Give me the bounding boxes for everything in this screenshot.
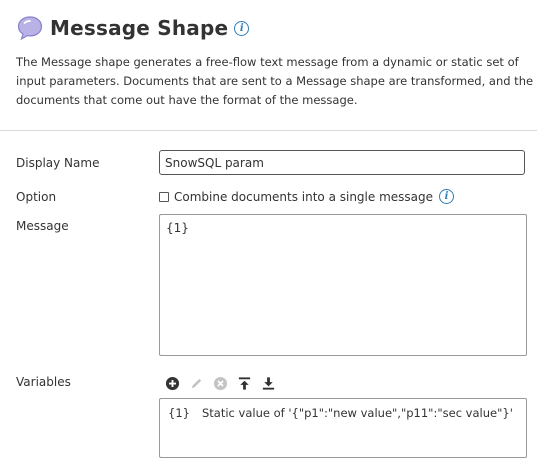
remove-icon[interactable] (212, 375, 228, 391)
page-header: Message Shape i (16, 14, 250, 42)
variables-label: Variables (16, 375, 71, 389)
message-shape-icon (17, 16, 43, 41)
variable-value: Static value of '{"p1":"new value","p11"… (202, 406, 513, 420)
combine-checkbox[interactable] (159, 191, 169, 202)
variable-key: {1} (168, 406, 190, 420)
move-top-icon[interactable] (236, 375, 252, 391)
variables-toolbar (164, 375, 276, 391)
combine-label: Combine documents into a single message (174, 189, 434, 204)
add-icon[interactable] (164, 375, 180, 391)
page-title: Message Shape (50, 16, 229, 40)
variables-table: {1} Static value of '{"p1":"new value","… (159, 398, 527, 458)
display-name-label: Display Name (16, 156, 100, 170)
info-icon[interactable]: i (439, 189, 455, 204)
move-bottom-icon[interactable] (260, 375, 276, 391)
shape-description: The Message shape generates a free-flow … (16, 55, 534, 107)
table-row[interactable]: {1} Static value of '{"p1":"new value","… (168, 406, 513, 450)
option-label: Option (16, 190, 57, 204)
edit-icon[interactable] (188, 375, 204, 391)
display-name-input[interactable] (159, 150, 525, 175)
message-label: Message (16, 219, 69, 233)
info-icon[interactable]: i (234, 20, 250, 36)
section-divider (0, 130, 537, 131)
message-textarea[interactable]: {1} (159, 214, 527, 356)
combine-option: Combine documents into a single message … (159, 189, 455, 204)
